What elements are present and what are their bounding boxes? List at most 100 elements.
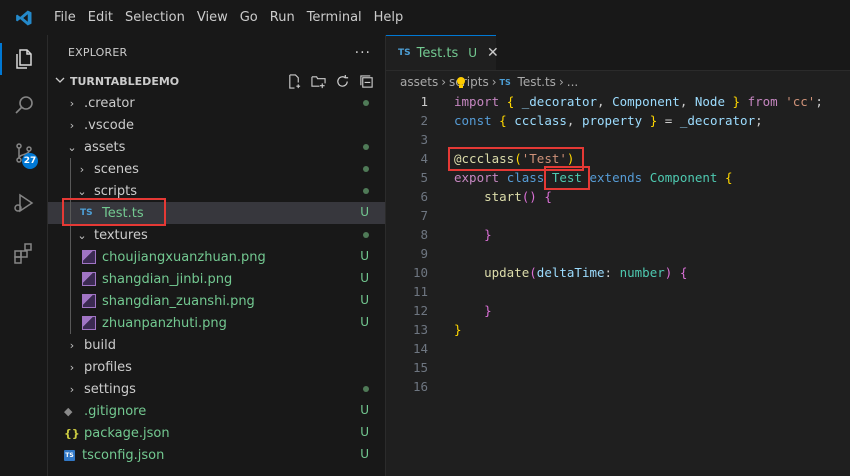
line-number: 13 (412, 322, 428, 337)
code-line: 1 import { _decorator, Component, Node } … (386, 92, 850, 111)
gitignore-file-icon: ◆ (64, 404, 73, 418)
tree-item-label: .gitignore (84, 403, 147, 419)
extensions-icon[interactable] (0, 231, 47, 275)
tab-test-ts[interactable]: TS Test.ts U ✕ (386, 35, 499, 70)
breadcrumb-file[interactable]: Test.ts (518, 75, 556, 89)
new-folder-icon[interactable] (309, 72, 327, 90)
chevron-right-icon: › (69, 360, 75, 374)
untracked-status: U (360, 249, 369, 263)
indent-guide (70, 246, 71, 268)
menu-terminal[interactable]: Terminal (301, 0, 368, 35)
untracked-status: U (360, 271, 369, 285)
code-editor[interactable]: 1 import { _decorator, Component, Node } … (386, 92, 850, 396)
breadcrumb-assets[interactable]: assets (400, 75, 438, 89)
code-line: 16 (386, 377, 850, 396)
code-text: const { ccclass, property } = _decorator… (454, 113, 763, 128)
chevron-down-icon (50, 75, 70, 88)
menu-go[interactable]: Go (234, 0, 264, 35)
tree-item-png[interactable]: zhuanpanzhuti.png U (48, 312, 385, 334)
project-header[interactable]: TURNTABLEDEMO (48, 70, 385, 92)
line-number: 15 (412, 360, 428, 375)
tree-item-scenes[interactable]: › scenes (48, 158, 385, 180)
chevron-right-icon: › (441, 75, 447, 89)
project-name: TURNTABLEDEMO (70, 74, 180, 88)
code-text: } (484, 227, 492, 242)
untracked-status: U (360, 315, 369, 329)
code-text: @ccclass('Test') (454, 151, 575, 166)
tree-item-png[interactable]: choujiangxuanzhuan.png U (48, 246, 385, 268)
tree-item-label: .creator (84, 95, 135, 111)
tree-item-assets[interactable]: ⌄ assets (48, 136, 385, 158)
indent-guide (70, 290, 71, 312)
tree-item-label: shangdian_zuanshi.png (102, 293, 255, 309)
code-line: 12 } (386, 301, 850, 320)
tree-item-label: profiles (84, 359, 132, 375)
typescript-file-icon: TS (398, 48, 411, 58)
refresh-icon[interactable] (333, 72, 351, 90)
explorer-title: EXPLORER (68, 46, 128, 59)
tree-item-label: tsconfig.json (82, 447, 165, 463)
image-file-icon (82, 316, 96, 330)
code-line: 6 start() { (386, 187, 850, 206)
line-number: 4 (420, 151, 428, 166)
tree-item-png[interactable]: shangdian_zuanshi.png U (48, 290, 385, 312)
line-number: 3 (420, 132, 428, 147)
image-file-icon (82, 294, 96, 308)
tree-item-label: assets (84, 139, 126, 155)
tree-item-gitignore[interactable]: ◆ .gitignore U (48, 400, 385, 422)
tree-item-scripts[interactable]: ⌄ scripts (48, 180, 385, 202)
menu-file[interactable]: File (48, 0, 82, 35)
menu-run[interactable]: Run (264, 0, 301, 35)
tree-item-test-ts[interactable]: TS Test.ts U (48, 202, 385, 224)
status-dot (363, 386, 369, 392)
tab-label: Test.ts (416, 45, 459, 61)
line-number: 14 (412, 341, 428, 356)
menu-bar: File Edit Selection View Go Run Terminal… (48, 0, 409, 35)
tree-item-package-json[interactable]: {} package.json U (48, 422, 385, 444)
tree-item-tsconfig-json[interactable]: TS tsconfig.json U (48, 444, 385, 466)
code-text: import { _decorator, Component, Node } f… (454, 94, 823, 109)
run-debug-icon[interactable] (0, 181, 47, 225)
menu-edit[interactable]: Edit (82, 0, 119, 35)
tree-item-profiles[interactable]: › profiles (48, 356, 385, 378)
explorer-icon[interactable] (0, 37, 47, 81)
source-control-icon[interactable]: 27 (0, 131, 47, 175)
tab-bar: TS Test.ts U ✕ (386, 35, 850, 71)
typescript-file-icon: TS (80, 208, 93, 218)
tree-item-vscode[interactable]: › .vscode (48, 114, 385, 136)
code-line: 10 update(deltaTime: number) { (386, 263, 850, 282)
line-number: 2 (420, 113, 428, 128)
status-dot (363, 100, 369, 106)
explorer-sidebar: EXPLORER ··· TURNTABLEDEMO › .creator › … (48, 35, 386, 476)
chevron-right-icon: › (491, 75, 497, 89)
close-icon[interactable]: ✕ (487, 45, 499, 61)
new-file-icon[interactable] (285, 72, 303, 90)
source-control-badge: 27 (22, 153, 38, 169)
tree-item-textures[interactable]: ⌄ textures (48, 224, 385, 246)
collapse-all-icon[interactable] (357, 72, 375, 90)
lightbulb-icon[interactable] (455, 75, 467, 94)
search-icon[interactable] (0, 83, 47, 127)
menu-selection[interactable]: Selection (119, 0, 191, 35)
tree-item-settings[interactable]: › settings (48, 378, 385, 400)
tree-item-build[interactable]: › build (48, 334, 385, 356)
explorer-more-button[interactable]: ··· (355, 45, 371, 61)
untracked-status: U (360, 293, 369, 307)
code-line: 8 } (386, 225, 850, 244)
code-line: 7 (386, 206, 850, 225)
tree-item-png[interactable]: shangdian_jinbi.png U (48, 268, 385, 290)
tree-item-label: package.json (84, 425, 170, 441)
status-dot (363, 188, 369, 194)
untracked-status: U (360, 205, 369, 219)
tree-item-label: shangdian_jinbi.png (102, 271, 233, 287)
line-number: 16 (412, 379, 428, 394)
breadcrumb-more[interactable]: ... (567, 75, 578, 89)
line-number: 10 (412, 265, 428, 280)
tree-item-label: Test.ts (102, 205, 144, 221)
menu-help[interactable]: Help (368, 0, 410, 35)
tree-item-label: build (84, 337, 116, 353)
menu-view[interactable]: View (191, 0, 234, 35)
tree-item-creator[interactable]: › .creator (48, 92, 385, 114)
chevron-right-icon: › (69, 118, 75, 132)
activity-bar: 27 (0, 35, 48, 476)
